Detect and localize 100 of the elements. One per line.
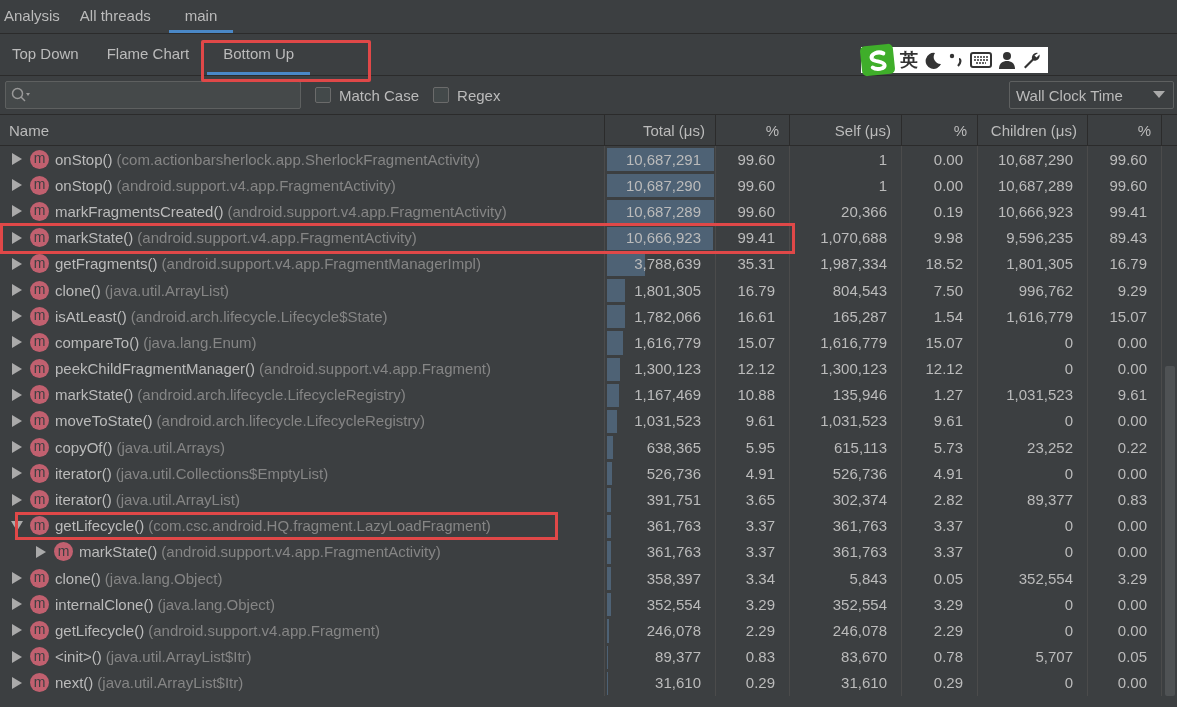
expand-arrow-icon[interactable] [10, 256, 24, 271]
table-cell: 165,287 [832, 307, 887, 325]
expand-arrow-icon[interactable] [10, 387, 24, 402]
expand-arrow-icon[interactable] [10, 492, 24, 507]
table-cell: 99.60 [737, 176, 775, 194]
expand-arrow-icon[interactable] [10, 309, 24, 324]
expand-arrow-icon[interactable] [10, 623, 24, 638]
table-cell: 361,763 [832, 543, 887, 561]
expand-arrow-icon[interactable] [10, 152, 24, 167]
table-cell: 1,782,066 [634, 307, 701, 325]
checkbox-label[interactable]: Match Case [339, 86, 420, 104]
table-cell: 1,616,779 [820, 333, 887, 351]
thread-tab[interactable]: main [168, 0, 234, 33]
method-icon: m [30, 280, 49, 300]
caret-icon [1153, 91, 1165, 99]
table-cell: 0 [1064, 412, 1073, 430]
table-cell: 0.00 [1117, 674, 1147, 692]
table-cell: 10.88 [737, 386, 775, 404]
thread-tab[interactable]: All threads [77, 0, 163, 33]
table-cell: 12.12 [925, 360, 963, 378]
checkbox-label[interactable]: Regex [457, 86, 501, 104]
expand-arrow-icon[interactable] [10, 283, 24, 298]
thread-tab[interactable]: Analysis [2, 0, 72, 33]
table-cell: 358,397 [646, 569, 701, 587]
user-icon [998, 51, 1016, 69]
table-cell: 0 [1064, 595, 1073, 613]
table-cell: 135,946 [832, 386, 887, 404]
class-name: (android.support.v4.app.FragmentActivity) [137, 229, 417, 247]
search-icon [11, 87, 31, 103]
table-cell: 9.29 [1117, 281, 1147, 299]
column-header[interactable]: % [716, 115, 790, 146]
table-cell: 1 [878, 176, 887, 194]
expand-arrow-icon[interactable] [10, 649, 24, 664]
column-header[interactable]: Name [0, 115, 605, 146]
table-cell: 1,801,305 [1006, 255, 1073, 273]
table-cell: 0.83 [745, 648, 775, 666]
view-tab[interactable]: Flame Chart [96, 34, 200, 75]
method-name: iterator() [55, 491, 112, 509]
table-cell: 5.73 [933, 438, 963, 456]
table-cell: 18.52 [925, 255, 963, 273]
expand-arrow-icon[interactable] [10, 440, 24, 455]
search-field[interactable] [5, 81, 301, 109]
table-cell: 10,687,289 [625, 202, 701, 220]
method-name: copyOf() [55, 438, 113, 456]
table-cell: 1.27 [933, 386, 963, 404]
method-icon: m [30, 332, 49, 352]
method-name: iterator() [55, 464, 112, 482]
column-header[interactable]: Total (μs) [605, 115, 716, 146]
expand-arrow-icon[interactable] [10, 597, 24, 612]
expand-arrow-icon[interactable] [10, 204, 24, 219]
method-name: markState() [55, 386, 134, 404]
table-cell: 0.05 [1117, 648, 1147, 666]
expand-arrow-icon[interactable] [10, 413, 24, 428]
wrench-icon [1022, 51, 1040, 69]
expand-arrow-icon[interactable] [10, 335, 24, 350]
table-cell: 2.29 [745, 621, 775, 639]
expand-arrow-icon[interactable] [10, 230, 24, 245]
table-cell: 0 [1064, 543, 1073, 561]
checkbox[interactable] [433, 87, 450, 103]
method-icon: m [30, 306, 49, 326]
table-cell: 302,374 [832, 491, 887, 509]
expand-arrow-icon[interactable] [34, 544, 48, 559]
class-name: (java.util.Collections$EmptyList) [115, 464, 329, 482]
keyboard-icon [970, 52, 992, 68]
table-cell: 1,616,779 [1006, 307, 1073, 325]
view-tab[interactable]: Top Down [2, 34, 89, 75]
table-cell: 31,610 [655, 674, 701, 692]
table-cell: 246,078 [832, 621, 887, 639]
method-icon: m [30, 620, 49, 640]
column-header[interactable]: % [902, 115, 978, 146]
class-name: (android.support.v4.app.FragmentActivity) [227, 202, 507, 220]
column-header[interactable]: % [1088, 115, 1162, 146]
class-name: (com.csc.android.HQ.fragment.LazyLoadFragment) [148, 517, 491, 535]
method-name: getLifecycle() [55, 621, 145, 639]
checkbox[interactable] [315, 87, 331, 103]
method-name: isAtLeast() [55, 307, 127, 325]
table-cell: 3,788,639 [634, 255, 701, 273]
table-cell: 3.65 [745, 491, 775, 509]
expand-arrow-icon[interactable] [10, 571, 24, 586]
column-header[interactable]: Children (μs) [978, 115, 1088, 146]
table-cell: 0 [1064, 621, 1073, 639]
expand-arrow-icon[interactable] [10, 361, 24, 376]
table-cell: 89,377 [655, 648, 701, 666]
class-name: (java.lang.Object) [157, 595, 275, 613]
class-name: (android.support.v4.app.FragmentActivity) [116, 176, 396, 194]
table-cell: 16.79 [1109, 255, 1147, 273]
table-cell: 3.37 [933, 517, 963, 535]
expand-arrow-icon[interactable] [10, 178, 24, 193]
expand-arrow-icon[interactable] [10, 675, 24, 690]
table-cell: 0.22 [1117, 438, 1147, 456]
view-tab[interactable]: Bottom Up [207, 34, 311, 75]
table-cell: 0.29 [745, 674, 775, 692]
column-header[interactable]: Self (μs) [790, 115, 902, 146]
table-cell: 5,707 [1035, 648, 1073, 666]
expand-arrow-icon[interactable] [10, 466, 24, 481]
table-cell: 361,763 [646, 543, 701, 561]
table-cell: 246,078 [646, 621, 701, 639]
input-mode-label[interactable]: 英 [900, 48, 918, 72]
clock-type-dropdown[interactable]: Wall Clock Time [1009, 81, 1174, 109]
table-cell: 1,031,523 [820, 412, 887, 430]
